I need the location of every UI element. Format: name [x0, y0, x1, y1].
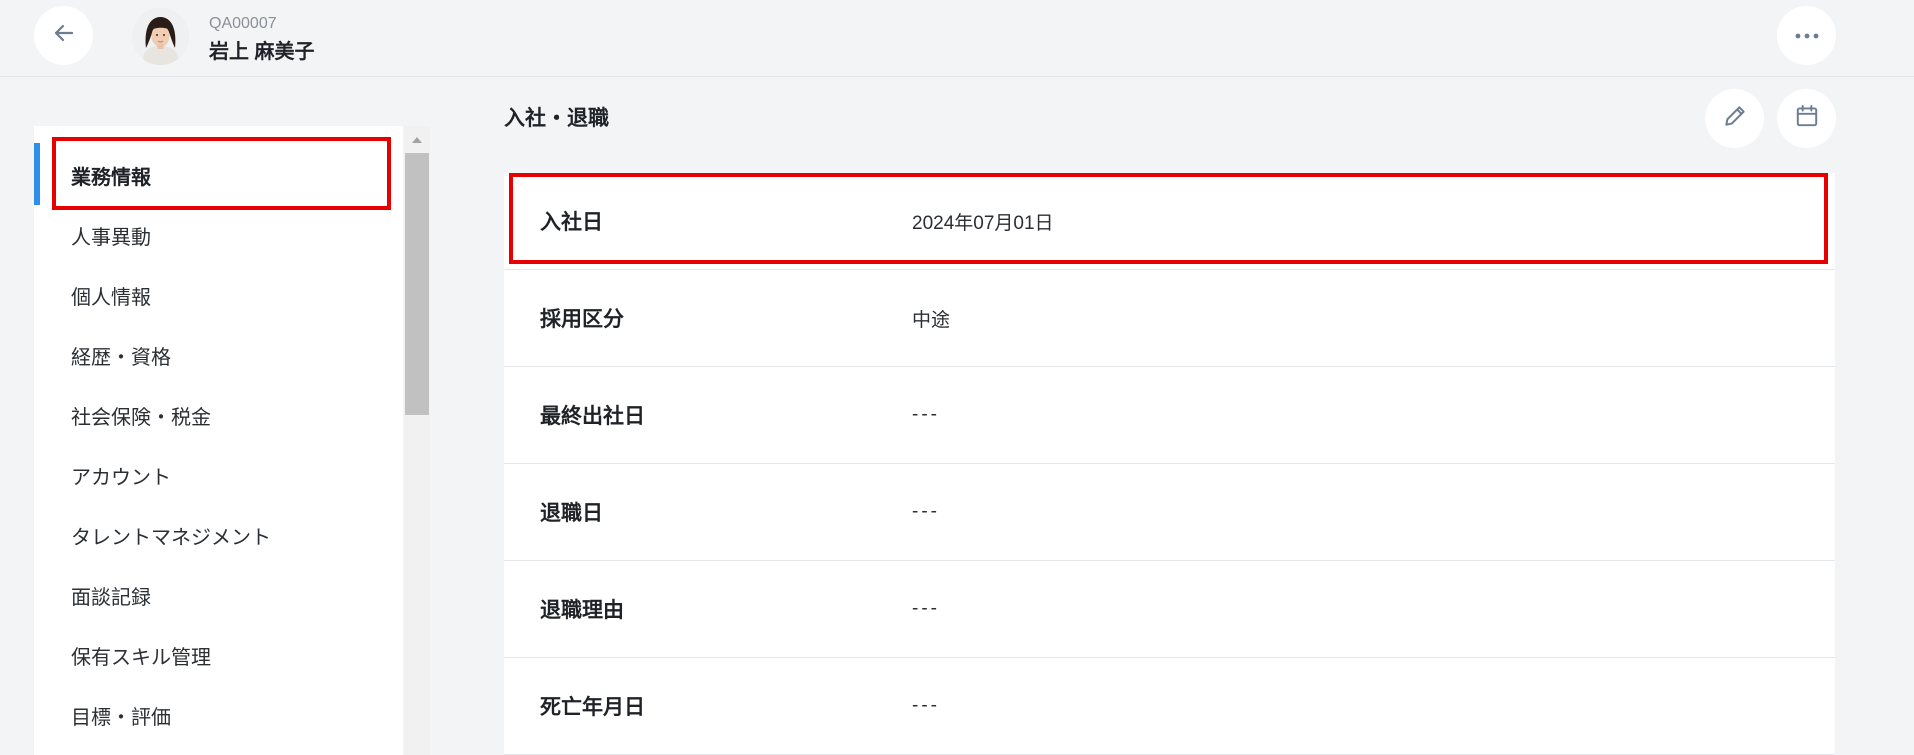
row-value: ---	[912, 598, 940, 619]
row-label: 死亡年月日	[540, 696, 645, 719]
back-button[interactable]	[34, 6, 93, 65]
section-title: 入社・退職	[504, 107, 609, 130]
sidebar-item-label: 面談記録	[71, 586, 151, 609]
sidebar-item-personal-info[interactable]: 個人情報	[34, 265, 403, 325]
sidebar-item-goals-evaluation[interactable]: 目標・評価	[34, 685, 403, 745]
arrow-left-icon	[52, 21, 76, 50]
sidebar-item-label: 人事異動	[71, 226, 151, 249]
scrollbar-thumb[interactable]	[405, 153, 429, 415]
sidebar-item-label: タレントマネジメント	[71, 526, 271, 549]
row-value: ---	[912, 501, 940, 522]
employment-details-table: 入社日 2024年07月01日 採用区分 中途 最終出社日 --- 退職日 --…	[504, 173, 1835, 755]
sidebar-item-label: 社会保険・税金	[71, 406, 211, 429]
sidebar-item-personnel-changes[interactable]: 人事異動	[34, 205, 403, 265]
sidebar-item-label: アカウント	[71, 466, 171, 489]
calendar-button[interactable]	[1777, 89, 1836, 148]
sidebar-item-interview-records[interactable]: 面談記録	[34, 565, 403, 625]
table-row: 採用区分 中途	[504, 270, 1835, 367]
edit-button[interactable]	[1705, 89, 1764, 148]
sidebar-item-label: 経歴・資格	[71, 346, 171, 369]
sidebar-item-skill-management[interactable]: 保有スキル管理	[34, 625, 403, 685]
row-label: 入社日	[540, 211, 603, 234]
row-label: 採用区分	[540, 308, 624, 331]
sidebar-item-talent-management[interactable]: タレントマネジメント	[34, 505, 403, 565]
avatar	[132, 8, 189, 65]
triangle-up-icon	[411, 131, 423, 149]
more-horizontal-icon	[1794, 27, 1820, 45]
employee-id: QA00007	[209, 15, 277, 32]
table-row: 退職日 ---	[504, 464, 1835, 561]
sidebar-item-insurance-tax[interactable]: 社会保険・税金	[34, 385, 403, 445]
sidebar-item-label: 個人情報	[71, 286, 151, 309]
calendar-icon	[1794, 103, 1820, 134]
row-label: 最終出社日	[540, 405, 645, 428]
pencil-icon	[1722, 103, 1748, 134]
sidebar-item-business-info[interactable]: 業務情報	[34, 145, 403, 205]
row-value: 2024年07月01日	[912, 212, 1054, 234]
sidebar-item-label: 目標・評価	[71, 706, 171, 729]
table-row: 入社日 2024年07月01日	[504, 173, 1835, 270]
table-row: 最終出社日 ---	[504, 367, 1835, 464]
sidebar-nav: 業務情報 人事異動 個人情報 経歴・資格 社会保険・税金 アカウント タレントマ…	[34, 126, 403, 755]
sidebar-item-label: 保有スキル管理	[71, 646, 211, 669]
row-value: ---	[912, 404, 940, 425]
sidebar-item-career-qualifications[interactable]: 経歴・資格	[34, 325, 403, 385]
row-label: 退職理由	[540, 599, 624, 622]
row-label: 退職日	[540, 502, 603, 525]
row-value: ---	[912, 695, 940, 716]
sidebar-item-account[interactable]: アカウント	[34, 445, 403, 505]
scroll-up-button[interactable]	[407, 132, 427, 148]
sidebar-item-label: 業務情報	[71, 166, 151, 189]
table-row: 退職理由 ---	[504, 561, 1835, 658]
employee-header: QA00007 岩上 麻美子	[0, 0, 1914, 77]
more-options-button[interactable]	[1777, 6, 1836, 65]
table-row: 死亡年月日 ---	[504, 658, 1835, 755]
row-value: 中途	[912, 309, 951, 331]
employee-name: 岩上 麻美子	[209, 41, 315, 63]
